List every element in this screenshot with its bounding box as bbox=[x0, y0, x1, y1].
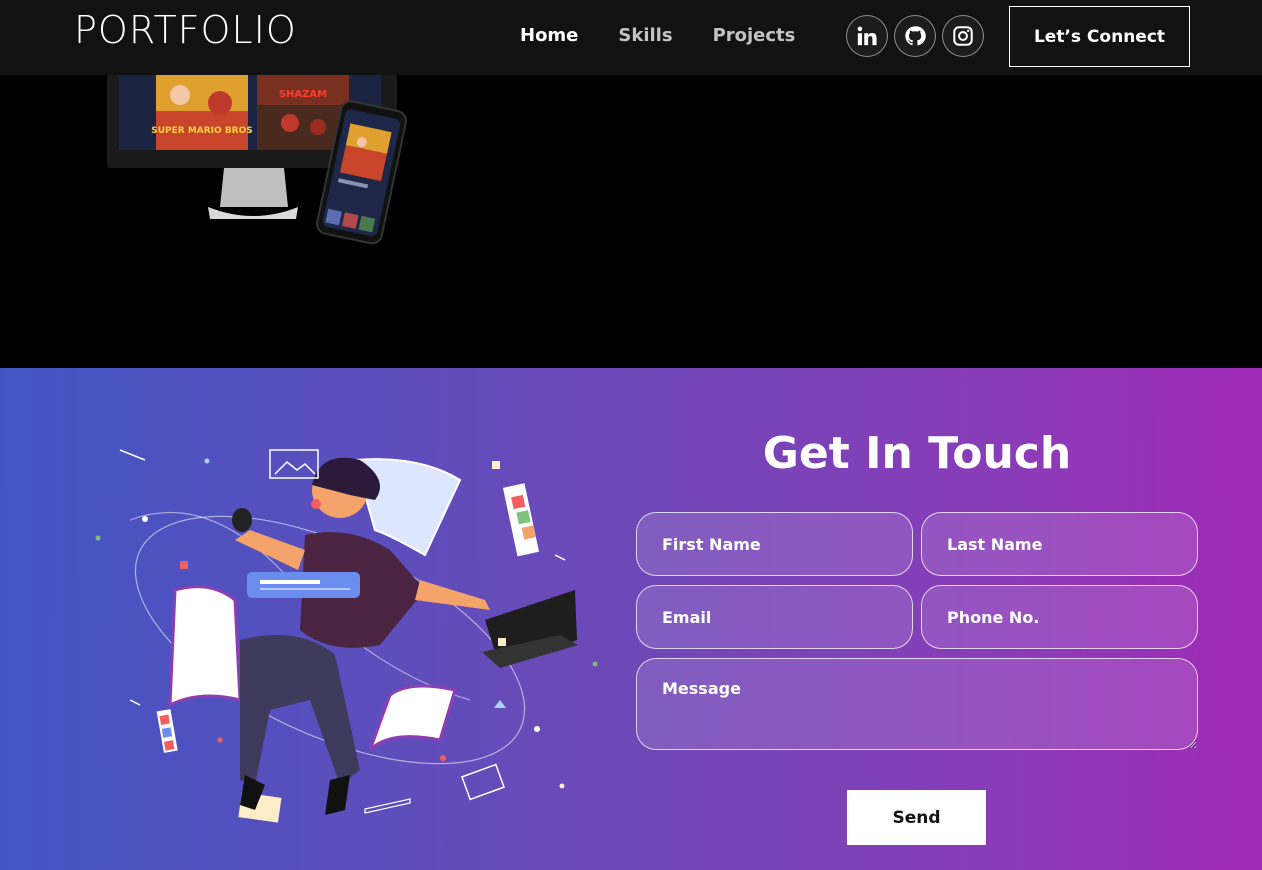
nav-projects[interactable]: Projects bbox=[713, 25, 796, 46]
nav-skills[interactable]: Skills bbox=[618, 25, 672, 46]
poster-title-mario: SUPER MARIO BROS bbox=[151, 126, 253, 136]
message-textarea[interactable] bbox=[636, 658, 1198, 750]
contact-illustration bbox=[95, 449, 598, 823]
send-button[interactable]: Send bbox=[847, 790, 986, 845]
first-name-input[interactable] bbox=[636, 512, 913, 576]
poster-title-shazam: SHAZAM bbox=[279, 89, 327, 100]
navbar: PORTFOLIO Home Skills Projects Let’s Con… bbox=[0, 0, 1262, 75]
linkedin-icon[interactable] bbox=[846, 15, 888, 57]
contact-title: Get In Touch bbox=[762, 428, 1072, 479]
project-device-mockup: SUPER MARIO BROS SHAZAM bbox=[107, 75, 407, 245]
last-name-input[interactable] bbox=[921, 512, 1198, 576]
phone-input[interactable] bbox=[921, 585, 1198, 649]
instagram-icon[interactable] bbox=[942, 15, 984, 57]
nav-links: Home Skills Projects bbox=[520, 25, 835, 46]
contact-section: Get In Touch Send bbox=[0, 368, 1262, 870]
connect-button[interactable]: Let’s Connect bbox=[1009, 6, 1190, 67]
nav-home[interactable]: Home bbox=[520, 25, 578, 46]
email-input[interactable] bbox=[636, 585, 913, 649]
github-icon[interactable] bbox=[894, 15, 936, 57]
logo[interactable]: PORTFOLIO bbox=[74, 8, 297, 52]
social-links bbox=[846, 15, 990, 57]
project-preview-area: SUPER MARIO BROS SHAZAM bbox=[0, 75, 1262, 368]
